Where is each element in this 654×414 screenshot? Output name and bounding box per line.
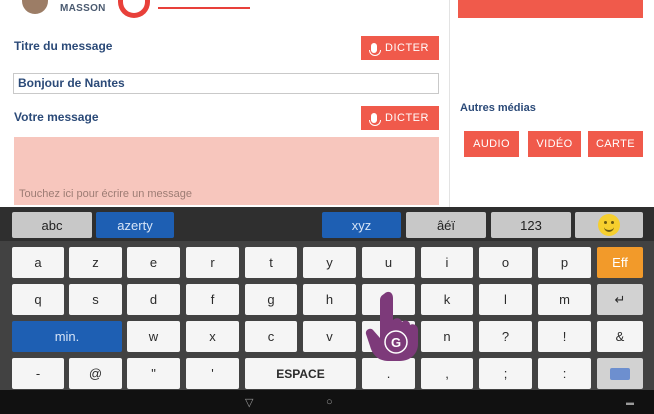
map-button[interactable]: CARTE [588,131,643,157]
message-label: Votre message [14,110,99,124]
home-icon[interactable]: ○ [326,396,333,408]
navigation-bar: ▽ ○ ▬ [0,390,654,414]
enter-key[interactable]: ↵ [597,284,643,315]
key-d[interactable]: d [127,284,180,315]
key-apostrophe[interactable]: ' [186,358,239,389]
message-field[interactable]: Touchez ici pour écrire un message [14,137,439,205]
key-g[interactable]: g [245,284,297,315]
key-hyphen[interactable]: - [12,358,64,389]
key-h[interactable]: h [303,284,356,315]
record-icon[interactable] [118,0,150,18]
key-semicolon[interactable]: ; [479,358,532,389]
key-r[interactable]: r [186,247,239,278]
audio-button[interactable]: AUDIO [464,131,519,157]
key-y[interactable]: y [303,247,356,278]
key-f[interactable]: f [186,284,239,315]
delete-key[interactable]: Eff [597,247,643,278]
pointing-hand-icon: G [365,291,418,361]
other-media-label: Autres médias [460,102,536,114]
key-period[interactable]: . [362,358,415,389]
on-screen-keyboard: abc azerty xyz âéï 123 a z e r t y u i o… [0,207,654,390]
compose-pane: MASSON Titre du message DICTER Bonjour d… [0,0,448,207]
title-field[interactable]: Bonjour de Nantes [13,73,439,94]
media-pane: Autres médias AUDIO VIDÉO CARTE [449,0,654,207]
key-m[interactable]: m [538,284,591,315]
key-colon[interactable]: : [538,358,591,389]
message-placeholder: Touchez ici pour écrire un message [19,188,193,200]
hide-keyboard-key[interactable] [597,358,643,389]
dictate-title-button[interactable]: DICTER [361,36,439,60]
back-icon[interactable]: ▽ [245,396,253,409]
microphone-icon [369,43,382,56]
divider [158,7,250,9]
mode-azerty-key[interactable]: azerty [96,212,174,238]
key-a[interactable]: a [12,247,64,278]
mode-numbers-key[interactable]: 123 [491,212,571,238]
key-t[interactable]: t [245,247,297,278]
space-key[interactable]: ESPACE [245,358,356,389]
dictate-label: DICTER [385,112,429,124]
avatar [22,0,48,14]
sender-name: MASSON [60,3,106,14]
mode-accents-key[interactable]: âéï [406,212,486,238]
keyboard-switch-icon[interactable]: ▬ [626,398,634,407]
key-q[interactable]: q [12,284,64,315]
key-e[interactable]: e [127,247,180,278]
key-l[interactable]: l [479,284,532,315]
message-compose-screen: MASSON Titre du message DICTER Bonjour d… [0,0,654,207]
key-o[interactable]: o [479,247,532,278]
key-exclamation[interactable]: ! [538,321,591,352]
emoji-key[interactable] [575,212,643,238]
key-v[interactable]: v [303,321,356,352]
dictate-label: DICTER [385,42,429,54]
key-z[interactable]: z [69,247,122,278]
title-label: Titre du message [14,39,113,53]
key-ampersand[interactable]: & [597,321,643,352]
key-i[interactable]: i [421,247,473,278]
key-u[interactable]: u [362,247,415,278]
dictate-message-button[interactable]: DICTER [361,106,439,130]
key-x[interactable]: x [186,321,239,352]
top-action-button[interactable] [458,0,643,18]
key-s[interactable]: s [69,284,122,315]
badge-letter: G [391,335,401,350]
mode-abc-key[interactable]: abc [12,212,92,238]
lowercase-key[interactable]: min. [12,321,122,352]
key-k[interactable]: k [421,284,473,315]
key-double-quote[interactable]: " [127,358,180,389]
key-question[interactable]: ? [479,321,532,352]
key-comma[interactable]: , [421,358,473,389]
smiley-icon [598,214,620,236]
key-n[interactable]: n [421,321,473,352]
key-at[interactable]: @ [69,358,122,389]
key-w[interactable]: w [127,321,180,352]
key-p[interactable]: p [538,247,591,278]
microphone-icon [369,113,382,126]
mode-xyz-key[interactable]: xyz [322,212,401,238]
video-button[interactable]: VIDÉO [528,131,581,157]
key-c[interactable]: c [245,321,297,352]
keyboard-icon [610,367,630,380]
